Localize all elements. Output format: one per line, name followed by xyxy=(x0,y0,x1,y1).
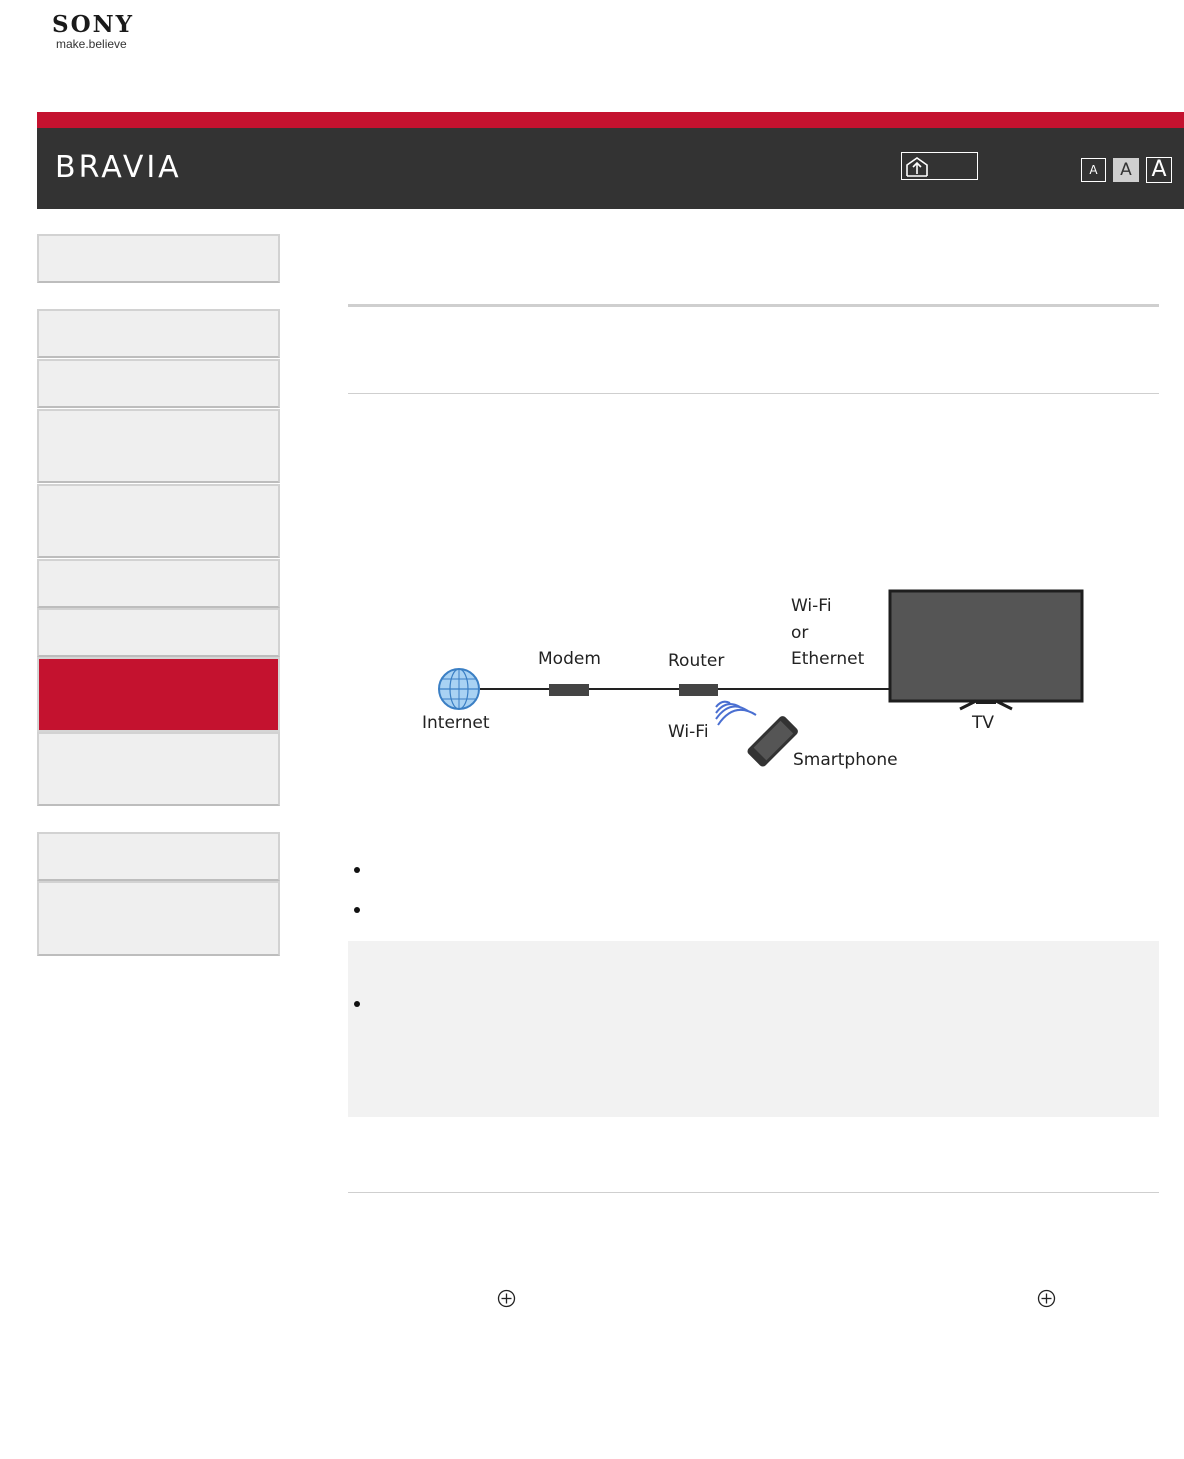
sidebar-item-top[interactable] xyxy=(37,234,280,283)
diagram-label-tv: TV xyxy=(972,713,995,733)
modem-icon xyxy=(549,684,589,696)
diagram-label-wifi-or-ethernet-1: Wi-Fi xyxy=(791,596,832,616)
diagram-label-modem: Modem xyxy=(538,649,601,669)
diagram-label-router: Router xyxy=(668,651,725,671)
diagram-label-wifi-or-ethernet-2: or xyxy=(791,623,809,643)
sidebar-item-active[interactable] xyxy=(37,657,280,732)
list-bullet xyxy=(354,907,360,913)
smartphone-icon xyxy=(747,716,798,767)
sony-logo-tagline: make.believe xyxy=(56,37,127,51)
sidebar-item-2[interactable] xyxy=(37,359,280,408)
diagram-label-wifi: Wi-Fi xyxy=(668,722,709,742)
diagram-label-internet: Internet xyxy=(422,713,490,733)
sidebar-item-10[interactable] xyxy=(37,881,280,956)
sidebar-item-8[interactable] xyxy=(37,732,280,806)
router-icon xyxy=(679,684,718,696)
section-divider xyxy=(348,1192,1159,1193)
list-bullet xyxy=(354,867,360,873)
product-title: BRAVIA xyxy=(55,150,182,185)
diagram-label-wifi-or-ethernet-3: Ethernet xyxy=(791,649,865,669)
section-divider xyxy=(348,304,1159,307)
sidebar-item-3[interactable] xyxy=(37,409,280,483)
header-bar: BRAVIA A A A xyxy=(37,128,1184,209)
sidebar-item-9[interactable] xyxy=(37,832,280,881)
font-size-medium-button[interactable]: A xyxy=(1113,158,1139,182)
sony-logo-word: SONY xyxy=(52,11,135,38)
section-divider xyxy=(348,393,1159,394)
sidebar-item-5[interactable] xyxy=(37,559,280,608)
note-bullet xyxy=(354,1001,360,1007)
sidebar-item-1[interactable] xyxy=(37,309,280,358)
top-page-button[interactable] xyxy=(901,152,978,180)
sony-logo: SONY make.believe xyxy=(52,11,152,52)
tv-icon xyxy=(888,589,1084,711)
network-diagram-graphic xyxy=(438,589,1084,767)
note-box xyxy=(348,941,1159,1117)
circle-plus-icon xyxy=(497,1289,516,1308)
header-accent-stripe xyxy=(37,112,1184,128)
globe-icon xyxy=(438,668,480,710)
font-size-small-button[interactable]: A xyxy=(1081,158,1106,182)
font-size-large-button[interactable]: A xyxy=(1146,157,1172,183)
diagram-label-smartphone: Smartphone xyxy=(793,750,898,770)
wifi-waves-icon xyxy=(715,700,757,726)
circle-plus-icon xyxy=(1037,1289,1056,1308)
sidebar-item-4[interactable] xyxy=(37,484,280,558)
network-diagram: Wi-Fi or Ethernet Modem Router Internet … xyxy=(400,585,1100,785)
sidebar-item-6[interactable] xyxy=(37,608,280,657)
home-upload-icon xyxy=(906,157,928,177)
